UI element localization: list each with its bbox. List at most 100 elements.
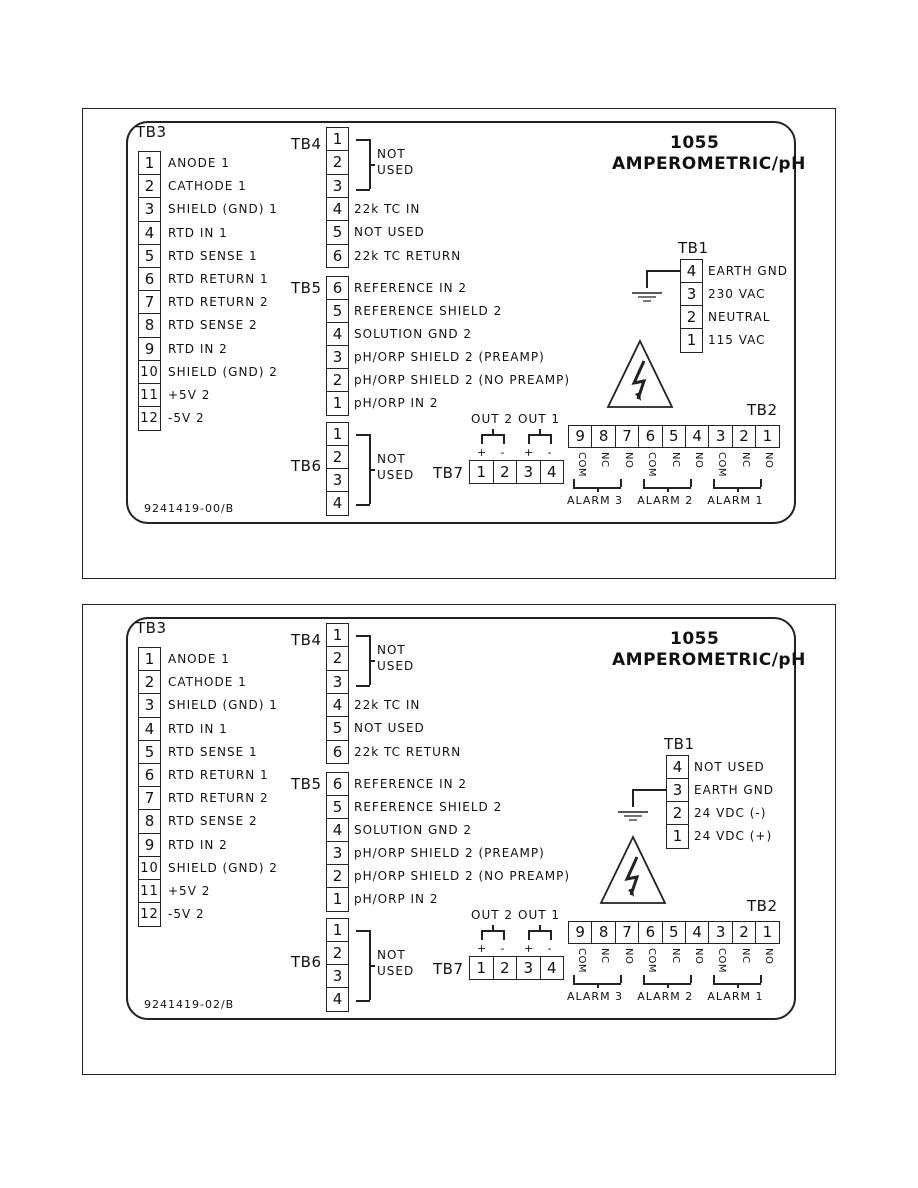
tb3-terminal-label: RTD IN 1 <box>168 721 228 736</box>
tb1-terminal: 3 <box>680 282 703 307</box>
output-bracket <box>503 434 505 444</box>
tb5-terminal: 2 <box>326 368 349 393</box>
tb5-terminal: 2 <box>326 864 349 889</box>
tb7-polarity: + <box>477 446 488 459</box>
tb7-terminal: 2 <box>492 460 517 484</box>
tb1-terminal: 1 <box>666 824 689 849</box>
bracket-line <box>356 189 370 191</box>
tb3-terminal-label: +5V 2 <box>168 884 211 898</box>
tb7-polarity: - <box>500 446 506 459</box>
tb2-contact-label: NO <box>622 948 634 965</box>
model-name: AMPEROMETRIC/pH <box>612 154 806 174</box>
tb2-contact-label: NC <box>739 948 751 964</box>
model-number: 1055 <box>670 133 720 153</box>
tb2-contact-label: COM <box>646 452 658 477</box>
tb7-name: TB7 <box>433 464 464 482</box>
tb7-terminal: 1 <box>469 956 494 980</box>
alarm-bracket <box>643 479 645 487</box>
tb5-terminal: 3 <box>326 841 349 866</box>
tb2-terminal: 9 <box>568 425 593 448</box>
tb6-terminal: 4 <box>326 491 349 516</box>
tb4-terminal: 2 <box>326 150 349 176</box>
tb2-contact-label: COM <box>576 452 587 477</box>
tb5-terminal: 6 <box>326 276 349 301</box>
tb6-terminal: 3 <box>326 468 349 493</box>
alarm-label: ALARM 3 <box>567 494 624 507</box>
tb3-terminal: 12 <box>138 406 161 431</box>
tb2-terminal: 3 <box>708 921 733 944</box>
tb4-terminal: 1 <box>326 623 349 648</box>
output-bracket <box>492 429 494 434</box>
tb2-terminal: 6 <box>638 921 663 944</box>
alarm-bracket <box>643 975 645 983</box>
tb5-terminal-label: pH/ORP IN 2 <box>354 892 439 906</box>
tb3-terminal: 1 <box>138 647 161 672</box>
alarm-bracket <box>573 479 575 487</box>
tb5-terminal-label: pH/ORP SHIELD 2 (PREAMP) <box>354 846 545 860</box>
diagram-frame: 1055 AMPEROMETRIC/pH 9241419-00/B TB3 1 ANODE… <box>82 108 836 579</box>
tb4-name: TB4 <box>291 135 322 153</box>
tb5-terminal: 5 <box>326 299 349 324</box>
output-label: OUT 1 <box>518 908 561 922</box>
not-used-label: USED <box>377 468 415 482</box>
bracket-line <box>370 965 375 967</box>
ground-icon <box>632 287 662 302</box>
tb3-terminal: 4 <box>138 716 161 742</box>
tb5-terminal: 5 <box>326 795 349 820</box>
alarm-bracket <box>573 975 575 983</box>
tb3-terminal: 5 <box>138 243 161 269</box>
alarm-label: ALARM 2 <box>637 494 694 507</box>
tb6-name: TB6 <box>291 953 322 971</box>
tb7-terminal: 3 <box>516 460 541 484</box>
tb2-terminal: 5 <box>661 425 686 448</box>
tb7-polarity: + <box>477 942 488 955</box>
tb4-terminal: 5 <box>326 220 349 245</box>
ground-wire <box>632 789 666 791</box>
tb2-terminal: 1 <box>755 921 780 944</box>
tb1-terminal-label: NOT USED <box>694 760 765 774</box>
output-bracket <box>539 925 541 930</box>
tb4-terminal: 4 <box>326 196 349 222</box>
tb1-name: TB1 <box>678 239 709 257</box>
tb5-name: TB5 <box>291 775 322 793</box>
tb5-terminal: 4 <box>326 818 349 843</box>
tb7-terminal: 3 <box>516 956 541 980</box>
alarm-bracket <box>620 479 622 487</box>
tb1-terminal-label: 24 VDC (-) <box>694 806 767 820</box>
tb2-terminal: 6 <box>638 425 663 448</box>
tb3-terminal-label: CATHODE 1 <box>168 179 247 194</box>
tb4-name: TB4 <box>291 631 322 649</box>
tb4-terminal-label: NOT USED <box>354 721 425 736</box>
tb1-terminal-label: 24 VDC (+) <box>694 829 773 843</box>
output-bracket <box>481 434 504 436</box>
tb3-terminal-label: ANODE 1 <box>168 156 230 170</box>
not-used-label: NOT <box>377 147 406 161</box>
tb2-contact-label: COM <box>646 948 658 973</box>
page: 1055 AMPEROMETRIC/pH 9241419-00/B TB3 1 ANODE… <box>0 0 918 1188</box>
tb7-terminal: 4 <box>539 956 564 980</box>
tb3-terminal: 3 <box>138 197 161 223</box>
tb3-terminal: 7 <box>138 290 161 315</box>
tb2-terminal: 8 <box>591 921 616 944</box>
bracket-line <box>356 139 370 141</box>
tb1-terminal-label: EARTH GND <box>708 264 788 278</box>
output-bracket <box>528 930 551 932</box>
tb2-contact-label: NO <box>763 948 775 965</box>
not-used-label: USED <box>377 964 415 978</box>
alarm-label: ALARM 1 <box>707 990 764 1003</box>
tb3-terminal: 10 <box>138 855 161 881</box>
model-number: 1055 <box>670 629 720 649</box>
tb3-terminal: 11 <box>138 879 161 904</box>
tb2-name: TB2 <box>747 401 778 419</box>
tb3-terminal-label: RTD RETURN 2 <box>168 295 269 310</box>
tb2-terminal: 9 <box>568 921 593 944</box>
tb2-terminal: 2 <box>731 921 757 944</box>
tb3-terminal: 8 <box>138 809 161 835</box>
ground-wire <box>646 270 680 272</box>
tb6-terminal: 3 <box>326 964 349 989</box>
bracket-line <box>356 504 370 506</box>
not-used-label: USED <box>377 163 415 177</box>
tb2-terminal: 7 <box>614 921 640 944</box>
tb5-terminal-label: REFERENCE IN 2 <box>354 777 468 791</box>
tb3-terminal-label: RTD IN 2 <box>168 341 228 356</box>
